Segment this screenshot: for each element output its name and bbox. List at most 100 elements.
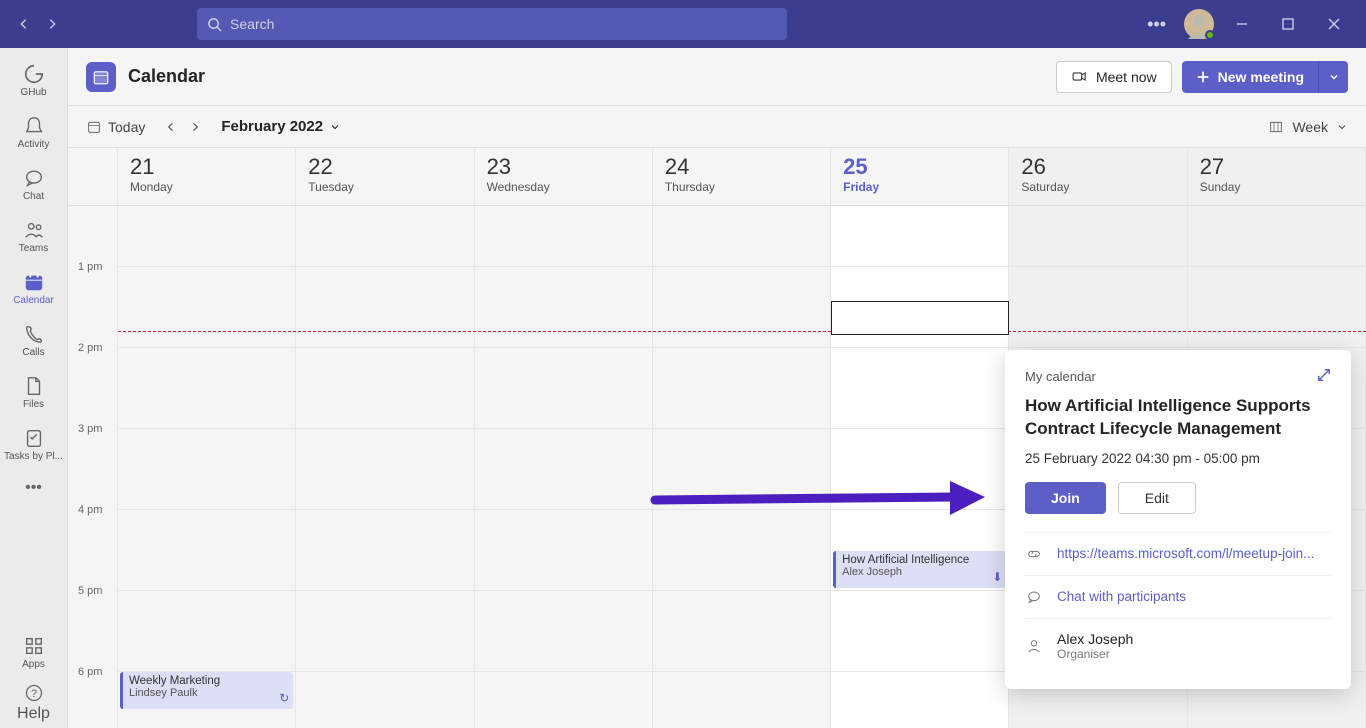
meeting-time: 25 February 2022 04:30 pm - 05:00 pm (1025, 451, 1331, 466)
chevron-down-icon (1328, 71, 1340, 83)
meet-now-button[interactable]: Meet now (1056, 61, 1172, 93)
meeting-details-popover: My calendar How Artificial Intelligence … (1005, 350, 1351, 689)
video-icon (1071, 68, 1088, 85)
week-view-icon (1268, 119, 1284, 135)
rail-label: Activity (18, 139, 50, 150)
view-picker[interactable]: Week (1268, 119, 1348, 135)
day-col-fri[interactable]: How Artificial Intelligence Alex Joseph … (831, 206, 1009, 728)
rail-calendar[interactable]: Calendar (0, 262, 68, 314)
chevron-down-icon (1336, 121, 1348, 133)
meet-now-label: Meet now (1096, 69, 1157, 85)
rail-label: Tasks by Pl... (4, 451, 63, 462)
rail-activity[interactable]: Activity (0, 106, 68, 158)
calendar-toolbar: Today February 2022 Week (68, 106, 1366, 148)
rail-label: Files (23, 399, 44, 410)
nav-forward-button[interactable] (38, 10, 66, 38)
maximize-button[interactable] (1270, 6, 1306, 42)
day-col-wed[interactable] (475, 206, 653, 728)
rail-tasks[interactable]: Tasks by Pl... (0, 418, 68, 470)
current-time-indicator (118, 331, 1366, 332)
calendar-today-icon (86, 119, 102, 135)
chat-icon (1025, 588, 1043, 606)
rail-label: Help (17, 705, 50, 723)
rail-teams[interactable]: Teams (0, 210, 68, 262)
rail-label: Calls (22, 347, 44, 358)
title-bar: ••• (0, 0, 1366, 48)
event-ai-meeting[interactable]: How Artificial Intelligence Alex Joseph … (833, 551, 1006, 588)
day-header-sun[interactable]: 27Sunday (1188, 148, 1366, 205)
expand-icon[interactable] (1317, 368, 1331, 385)
rail-chat[interactable]: Chat (0, 158, 68, 210)
close-button[interactable] (1316, 6, 1352, 42)
search-input[interactable] (230, 16, 777, 32)
rail-calls[interactable]: Calls (0, 314, 68, 366)
day-header-fri[interactable]: 25Friday (831, 148, 1009, 205)
plus-icon (1196, 70, 1210, 84)
search-box[interactable] (197, 8, 787, 40)
join-button[interactable]: Join (1025, 482, 1106, 514)
profile-avatar[interactable] (1184, 9, 1214, 39)
chevron-down-icon (329, 121, 341, 133)
time-label: 2 pm (68, 342, 117, 354)
calendar-name-label: My calendar (1025, 369, 1096, 384)
view-label: Week (1292, 119, 1328, 135)
time-label: 4 pm (68, 504, 117, 516)
new-meeting-label: New meeting (1218, 69, 1304, 85)
rail-label: Calendar (13, 295, 54, 306)
recurring-icon: ↻ (279, 691, 289, 705)
time-label: 1 pm (68, 261, 117, 273)
nav-back-button[interactable] (10, 10, 38, 38)
day-col-mon[interactable]: Weekly Marketing Lindsey Paulk ↻ (118, 206, 296, 728)
month-picker[interactable]: February 2022 (221, 118, 341, 135)
day-header-wed[interactable]: 23Wednesday (475, 148, 653, 205)
organiser-row: Alex Joseph Organiser (1025, 618, 1331, 673)
meeting-link[interactable]: https://teams.microsoft.com/l/meetup-joi… (1057, 546, 1314, 561)
day-header-tue[interactable]: 22Tuesday (296, 148, 474, 205)
organiser-role: Organiser (1057, 647, 1133, 661)
edit-button[interactable]: Edit (1118, 482, 1196, 514)
rail-label: Teams (19, 243, 48, 254)
new-meeting-button[interactable]: New meeting (1182, 61, 1318, 93)
page-title: Calendar (128, 66, 205, 87)
time-label: 3 pm (68, 423, 117, 435)
day-col-thu[interactable] (653, 206, 831, 728)
meeting-link-row[interactable]: https://teams.microsoft.com/l/meetup-joi… (1025, 532, 1331, 575)
day-header-row: 21Monday 22Tuesday 23Wednesday 24Thursda… (68, 148, 1366, 206)
time-label: 6 pm (68, 666, 117, 678)
today-label: Today (108, 119, 145, 135)
time-gutter: 1 pm 2 pm 3 pm 4 pm 5 pm 6 pm (68, 206, 118, 728)
annotation-arrow (650, 475, 990, 525)
time-label: 5 pm (68, 585, 117, 597)
month-label: February 2022 (221, 118, 323, 135)
day-header-thu[interactable]: 24Thursday (653, 148, 831, 205)
more-menu-button[interactable]: ••• (1139, 14, 1174, 35)
page-header: Calendar Meet now New meeting (68, 48, 1366, 106)
event-weekly-marketing[interactable]: Weekly Marketing Lindsey Paulk ↻ (120, 672, 293, 709)
presence-indicator (1205, 30, 1215, 40)
chat-participants-row[interactable]: Chat with participants (1025, 575, 1331, 618)
rail-help[interactable]: ? Help (0, 678, 68, 728)
svg-text:?: ? (30, 688, 36, 700)
rail-ghub[interactable]: GHub (0, 54, 68, 106)
rail-label: Chat (23, 191, 44, 202)
day-header-sat[interactable]: 26Saturday (1009, 148, 1187, 205)
download-icon: ⬇ (992, 570, 1002, 584)
rail-files[interactable]: Files (0, 366, 68, 418)
day-col-tue[interactable] (296, 206, 474, 728)
minimize-button[interactable] (1224, 6, 1260, 42)
chat-participants-link[interactable]: Chat with participants (1057, 589, 1186, 604)
search-icon (207, 17, 222, 32)
next-week-button[interactable] (183, 115, 207, 139)
rail-apps[interactable]: Apps (0, 626, 68, 678)
rail-label: Apps (22, 659, 45, 670)
rail-more[interactable]: ••• (0, 470, 68, 506)
calendar-app-icon (86, 62, 116, 92)
prev-week-button[interactable] (159, 115, 183, 139)
rail-label: GHub (20, 87, 46, 98)
today-button[interactable]: Today (86, 119, 145, 135)
selected-time-slot[interactable] (831, 301, 1009, 335)
meeting-title: How Artificial Intelligence Supports Con… (1025, 395, 1331, 441)
new-meeting-dropdown[interactable] (1318, 61, 1348, 93)
day-header-mon[interactable]: 21Monday (118, 148, 296, 205)
app-rail: GHub Activity Chat Teams Calendar Calls … (0, 48, 68, 728)
